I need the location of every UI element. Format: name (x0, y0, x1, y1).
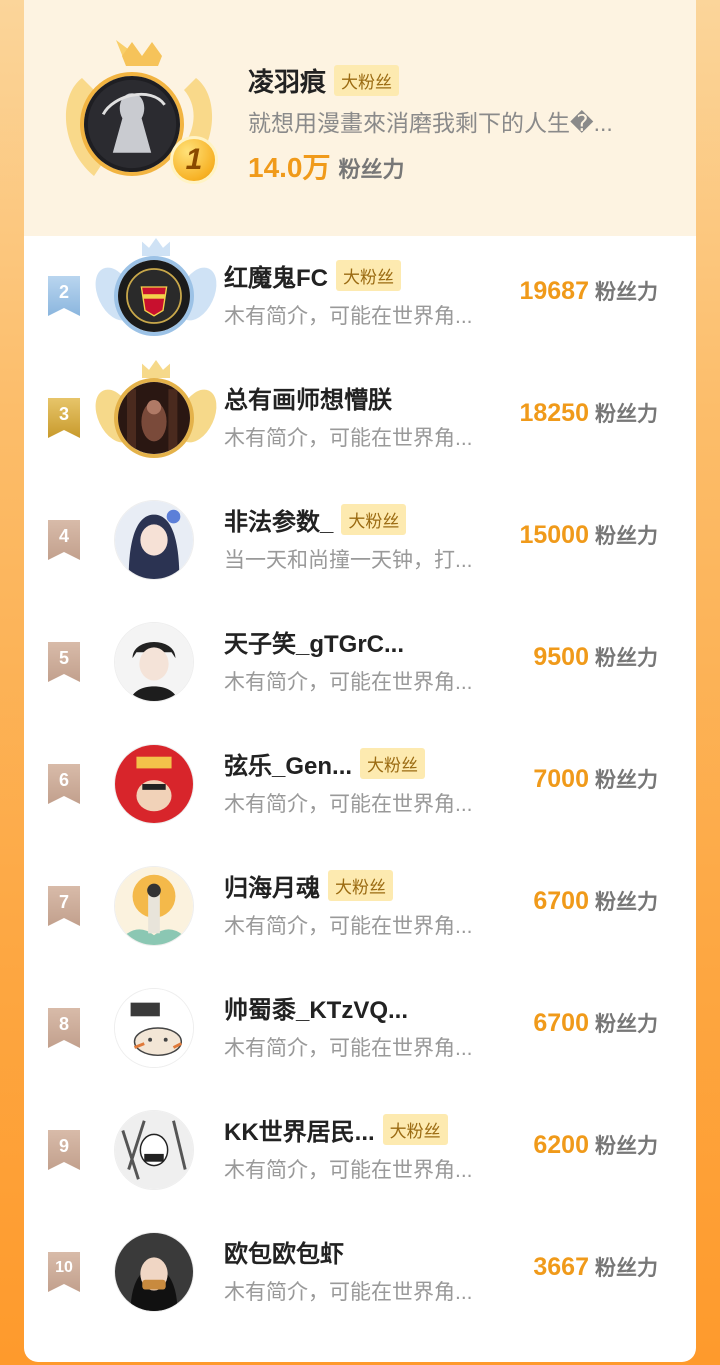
list-item-rank-5[interactable]: 5 天子笑_gTGrC... 木有简介，可能在世界角... 9500 粉丝力 (24, 602, 696, 724)
rank-flag: 10 (48, 1252, 80, 1292)
top-fan-score: 14.0万 粉丝力 (248, 146, 405, 186)
avatar[interactable] (114, 1110, 194, 1190)
list-item-rank-7[interactable]: 7 归海月魂 大粉丝 木有简介，可能在世界角... 6700 粉丝力 (24, 846, 696, 968)
fan-score: 18250 粉丝力 (519, 399, 658, 427)
top-fan-entry[interactable]: 1 凌羽痕 大粉丝 就想用漫畫來消磨我剩下的人生�... 14.0万 粉丝力 (24, 0, 696, 236)
fan-name[interactable]: 天子笑_gTGrC... (224, 624, 404, 659)
fan-bio: 木有简介，可能在世界角... (224, 1281, 473, 1304)
fan-bio: 木有简介，可能在世界角... (224, 671, 473, 694)
rank-flag: 9 (48, 1130, 80, 1170)
rank-flag: 8 (48, 1008, 80, 1048)
avatar[interactable] (114, 622, 194, 702)
fan-bio: 木有简介，可能在世界角... (224, 1159, 473, 1182)
avatar-frame (96, 602, 216, 724)
avatar-frame (87, 236, 225, 358)
big-fan-badge: 大粉丝 (334, 65, 400, 96)
fan-score: 19687 粉丝力 (519, 277, 658, 305)
list-item-rank-9[interactable]: 9 KK世界居民... 大粉丝 木有简介，可能在世界角... 6200 粉丝力 (24, 1090, 696, 1212)
top-fan-score-value: 14.0万 (248, 152, 331, 183)
fan-score: 15000 粉丝力 (519, 521, 658, 549)
rank-flag: 6 (48, 764, 80, 804)
fan-score: 9500 粉丝力 (533, 643, 658, 671)
list-item-rank-3[interactable]: 3 总有画师想懵朕 木有简介，可能在世界角... 18250 粉丝力 (24, 358, 696, 480)
avatar-frame (96, 968, 216, 1090)
fan-name[interactable]: 总有画师想懵朕 (224, 380, 392, 415)
fan-score: 6700 粉丝力 (533, 887, 658, 915)
avatar[interactable] (114, 378, 194, 458)
avatar[interactable] (114, 1232, 194, 1312)
fan-name[interactable]: 红魔鬼FC 大粉丝 (224, 258, 401, 293)
crown-icon (142, 360, 170, 378)
big-fan-badge: 大粉丝 (341, 504, 407, 535)
big-fan-badge: 大粉丝 (336, 260, 401, 291)
rank-flag: 3 (48, 398, 80, 438)
avatar-frame (96, 480, 216, 602)
fan-name[interactable]: 帅蜀黍_KTzVQ... (224, 990, 408, 1025)
top-avatar-frame: 1 (54, 38, 224, 198)
top-fan-name[interactable]: 凌羽痕 大粉丝 (248, 62, 400, 99)
avatar-frame (87, 358, 225, 480)
avatar[interactable] (114, 866, 194, 946)
rank-flag: 7 (48, 886, 80, 926)
fan-score: 7000 粉丝力 (533, 765, 658, 793)
fan-name[interactable]: 非法参数_ 大粉丝 (224, 502, 407, 537)
fan-name[interactable]: KK世界居民... 大粉丝 (224, 1112, 448, 1147)
rank-flag: 2 (48, 276, 80, 316)
fan-ranking-card: 1 凌羽痕大粉丝 就想用漫畫來消磨我剩下的人生�... 14.0万粉丝力 2 (24, 0, 696, 1362)
top-fan-avatar[interactable] (80, 72, 184, 176)
avatar-frame (96, 1090, 216, 1212)
list-item-rank-2[interactable]: 2 红魔鬼FC 大粉丝 木有简介，可能在世界角... 19687 粉丝力 (24, 236, 696, 358)
top-fan-bio: 就想用漫畫來消磨我剩下的人生�... (248, 110, 613, 136)
score-unit: 粉丝力 (338, 157, 405, 182)
rank-flag: 4 (48, 520, 80, 560)
rank-1-medal: 1 (170, 136, 218, 184)
avatar[interactable] (114, 500, 194, 580)
fan-score: 6200 粉丝力 (533, 1131, 658, 1159)
rank-flag: 5 (48, 642, 80, 682)
fan-bio: 木有简介，可能在世界角... (224, 915, 473, 938)
big-fan-badge: 大粉丝 (360, 748, 426, 779)
big-fan-badge: 大粉丝 (328, 870, 393, 901)
fan-bio: 木有简介，可能在世界角... (224, 793, 473, 816)
top-fan-name-text[interactable]: 凌羽痕 (248, 67, 326, 97)
crown-icon (142, 238, 170, 256)
fan-score: 6700 粉丝力 (533, 1009, 658, 1037)
fan-name[interactable]: 欧包欧包虾 (224, 1234, 344, 1269)
fan-score: 3667 粉丝力 (533, 1253, 658, 1281)
list-item-rank-8[interactable]: 8 帅蜀黍_KTzVQ... 木有简介，可能在世界角... 6700 粉丝力 (24, 968, 696, 1090)
avatar[interactable] (114, 988, 194, 1068)
list-item-rank-4[interactable]: 4 非法参数_ 大粉丝 当一天和尚撞一天钟，打... 15000 粉丝力 (24, 480, 696, 602)
avatar[interactable] (114, 256, 194, 336)
fan-bio: 木有简介，可能在世界角... (224, 1037, 473, 1060)
avatar[interactable] (114, 744, 194, 824)
fan-name[interactable]: 弦乐_Gen... 大粉丝 (224, 746, 426, 781)
fan-bio: 木有简介，可能在世界角... (224, 305, 473, 328)
avatar-frame (96, 724, 216, 846)
fan-bio: 木有简介，可能在世界角... (224, 427, 473, 450)
big-fan-badge: 大粉丝 (382, 1114, 448, 1145)
fan-name[interactable]: 归海月魂 大粉丝 (224, 868, 393, 903)
list-item-rank-10[interactable]: 10 欧包欧包虾 木有简介，可能在世界角... 3667 粉丝力 (24, 1212, 696, 1334)
list-item-rank-6[interactable]: 6 弦乐_Gen... 大粉丝 木有简介，可能在世界角... 7000 粉丝力 (24, 724, 696, 846)
avatar-frame (96, 846, 216, 968)
avatar-frame (96, 1212, 216, 1334)
fan-bio: 当一天和尚撞一天钟，打... (224, 549, 473, 572)
